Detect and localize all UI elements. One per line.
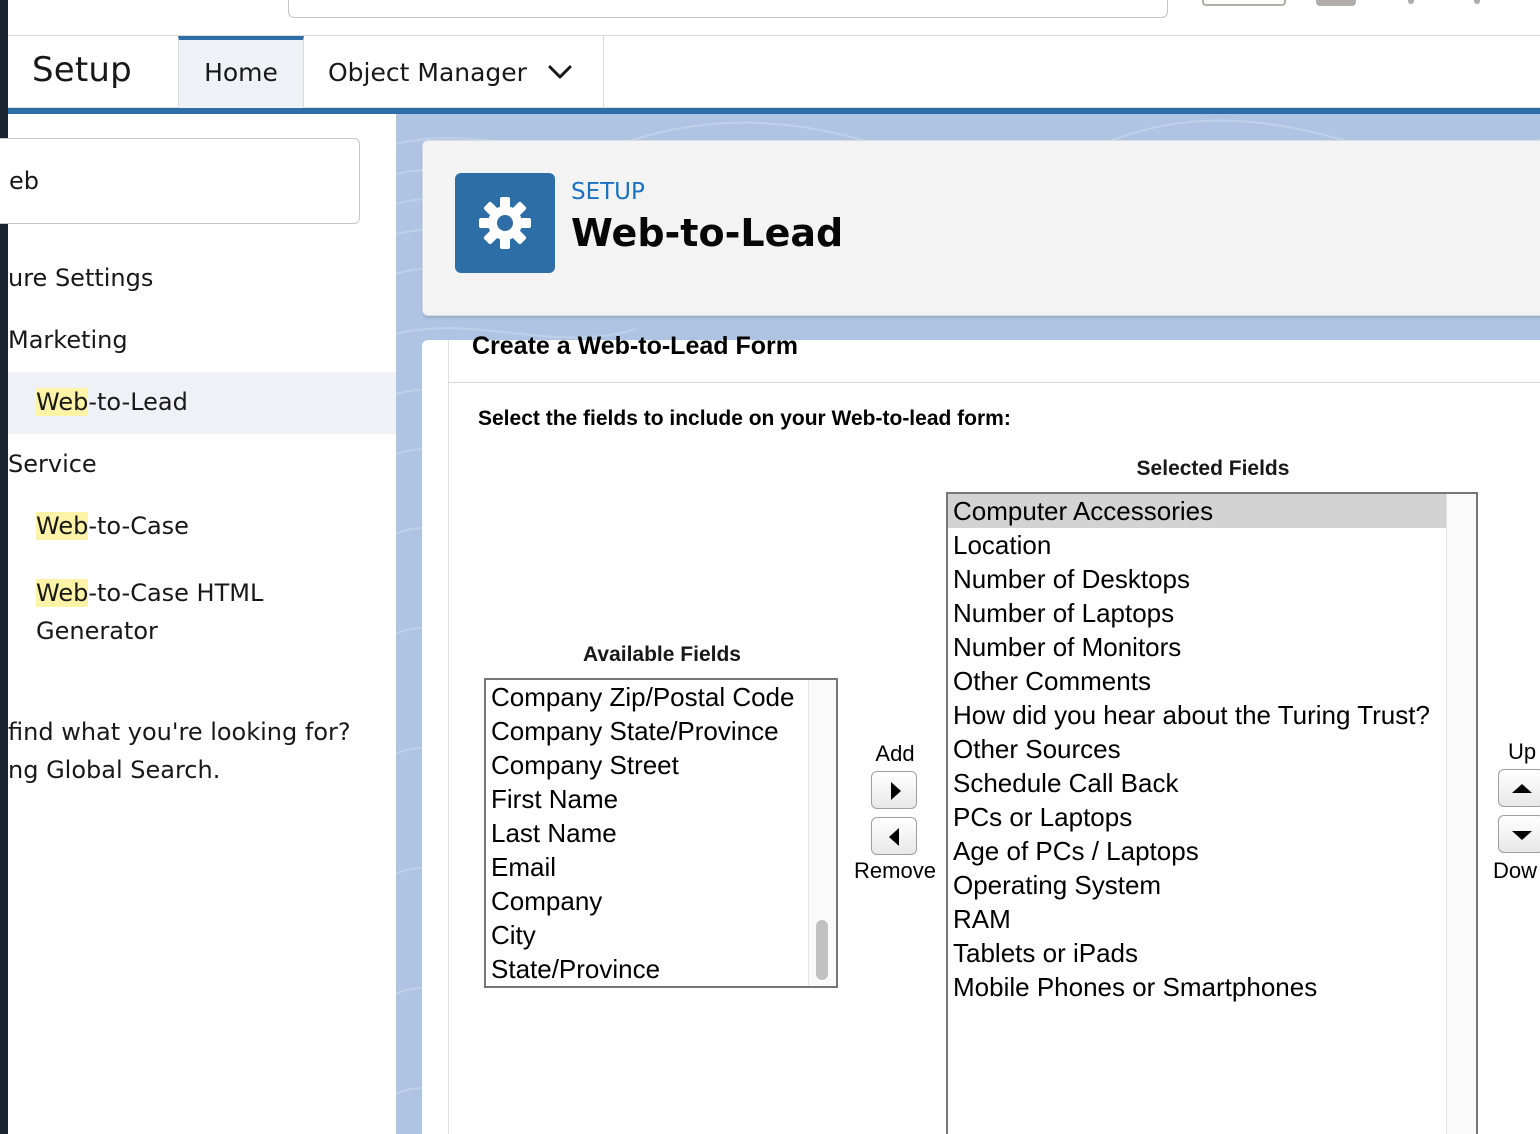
sidebar-item-feature-settings[interactable]: ure Settings — [8, 264, 153, 292]
down-label: Dow — [1493, 858, 1538, 883]
list-item[interactable]: City — [486, 918, 808, 952]
sidebar-item-web-to-case[interactable]: Web-to-Case — [36, 512, 189, 540]
chevron-down-icon[interactable] — [548, 64, 572, 80]
sidebar-help-text: find what you're looking for? — [8, 718, 351, 746]
arrow-up-icon — [1512, 784, 1532, 793]
sidebar-item-web-to-case-html-generator[interactable]: Web-to-Case HTML Generator — [36, 574, 263, 650]
top-help-icon[interactable] — [1474, 0, 1480, 4]
selected-fields-label: Selected Fields — [1136, 457, 1290, 480]
list-item[interactable]: Company Zip/Postal Code — [486, 680, 808, 714]
arrow-right-icon — [891, 782, 901, 800]
top-notification-icon[interactable] — [1408, 0, 1414, 4]
search-match-highlight: Web — [36, 388, 89, 416]
list-item[interactable]: Company Street — [486, 748, 808, 782]
tab-object-manager[interactable]: Object Manager — [304, 36, 604, 108]
global-search-box[interactable] — [288, 0, 1168, 18]
sidebar-item-marketing[interactable]: Marketing — [8, 326, 128, 354]
list-item[interactable]: Number of Monitors — [948, 630, 1446, 664]
list-item[interactable]: Number of Desktops — [948, 562, 1446, 596]
setup-nav-bar: Setup Home Object Manager — [8, 36, 1540, 108]
list-item[interactable]: Email — [486, 850, 808, 884]
list-item[interactable]: RAM — [948, 902, 1446, 936]
list-item[interactable]: Number of Laptops — [948, 596, 1446, 630]
search-match-highlight: Web — [36, 512, 89, 540]
available-fields-label: Available Fields — [583, 643, 741, 666]
quick-find-value: eb — [9, 167, 39, 195]
tab-home[interactable]: Home — [178, 36, 304, 108]
selected-fields-listbox[interactable]: Computer Accessories Location Number of … — [946, 492, 1478, 1134]
selected-fields-scrollbar[interactable] — [1446, 494, 1476, 1134]
list-item[interactable]: Schedule Call Back — [948, 766, 1446, 800]
page-title: Web-to-Lead — [571, 211, 844, 255]
move-up-button[interactable] — [1498, 769, 1540, 807]
scrollbar-thumb[interactable] — [816, 920, 828, 980]
list-item[interactable]: First Name — [486, 782, 808, 816]
quick-find-input[interactable]: eb — [0, 138, 360, 224]
form-instructions: Select the fields to include on your Web… — [478, 407, 1011, 430]
available-fields-scrollbar[interactable] — [808, 680, 836, 986]
sidebar-item-label: -to-Case HTML — [88, 579, 264, 607]
top-icon-button[interactable] — [1316, 0, 1356, 6]
list-item[interactable]: Other Comments — [948, 664, 1446, 698]
top-toggle-widget[interactable] — [1202, 0, 1286, 6]
sidebar-item-label: -to-Lead — [88, 388, 188, 416]
list-item[interactable]: Company — [486, 884, 808, 918]
page-eyebrow: SETUP — [571, 179, 645, 205]
list-item[interactable]: State/Province — [486, 952, 808, 986]
sidebar-item-web-to-lead[interactable]: Web-to-Lead — [36, 388, 188, 416]
list-item[interactable]: Tablets or iPads — [948, 936, 1446, 970]
remove-button[interactable] — [871, 817, 917, 855]
list-item[interactable]: Mobile Phones or Smartphones — [948, 970, 1446, 1004]
setup-sidebar: eb ure Settings Marketing Web-to-Lead Se… — [0, 114, 396, 1134]
remove-label: Remove — [854, 858, 936, 883]
section-title: Create a Web-to-Lead Form — [472, 332, 798, 360]
sidebar-global-search-link[interactable]: ng Global Search. — [8, 756, 220, 784]
app-name: Setup — [32, 50, 132, 90]
sidebar-item-label-line2: Generator — [36, 617, 158, 645]
available-fields-listbox[interactable]: Company Zip/Postal Code Company State/Pr… — [484, 678, 838, 988]
arrow-left-icon — [889, 828, 899, 846]
section-divider — [448, 382, 1540, 383]
sidebar-item-service[interactable]: Service — [8, 450, 97, 478]
setup-gear-tile — [455, 173, 555, 273]
tab-object-manager-label: Object Manager — [328, 58, 527, 87]
top-global-bar — [8, 0, 1540, 36]
list-item[interactable]: Location — [948, 528, 1446, 562]
move-down-button[interactable] — [1498, 815, 1540, 853]
up-label: Up — [1508, 739, 1537, 764]
add-label: Add — [875, 741, 915, 766]
list-item[interactable]: PCs or Laptops — [948, 800, 1446, 834]
list-item[interactable]: Other Sources — [948, 732, 1446, 766]
search-match-highlight: Web — [36, 579, 89, 607]
sidebar-item-label: -to-Case — [88, 512, 189, 540]
tab-home-label: Home — [204, 58, 278, 87]
page-header-card: SETUP Web-to-Lead — [422, 140, 1540, 316]
arrow-down-icon — [1512, 831, 1532, 840]
add-button[interactable] — [871, 771, 917, 809]
gear-icon — [479, 197, 531, 249]
list-item[interactable]: Age of PCs / Laptops — [948, 834, 1446, 868]
list-item[interactable]: Last Name — [486, 816, 808, 850]
list-item[interactable]: Company State/Province — [486, 714, 808, 748]
list-item[interactable]: How did you hear about the Turing Trust? — [948, 698, 1446, 732]
list-item-selected[interactable]: Computer Accessories — [948, 494, 1446, 528]
list-item[interactable]: Operating System — [948, 868, 1446, 902]
